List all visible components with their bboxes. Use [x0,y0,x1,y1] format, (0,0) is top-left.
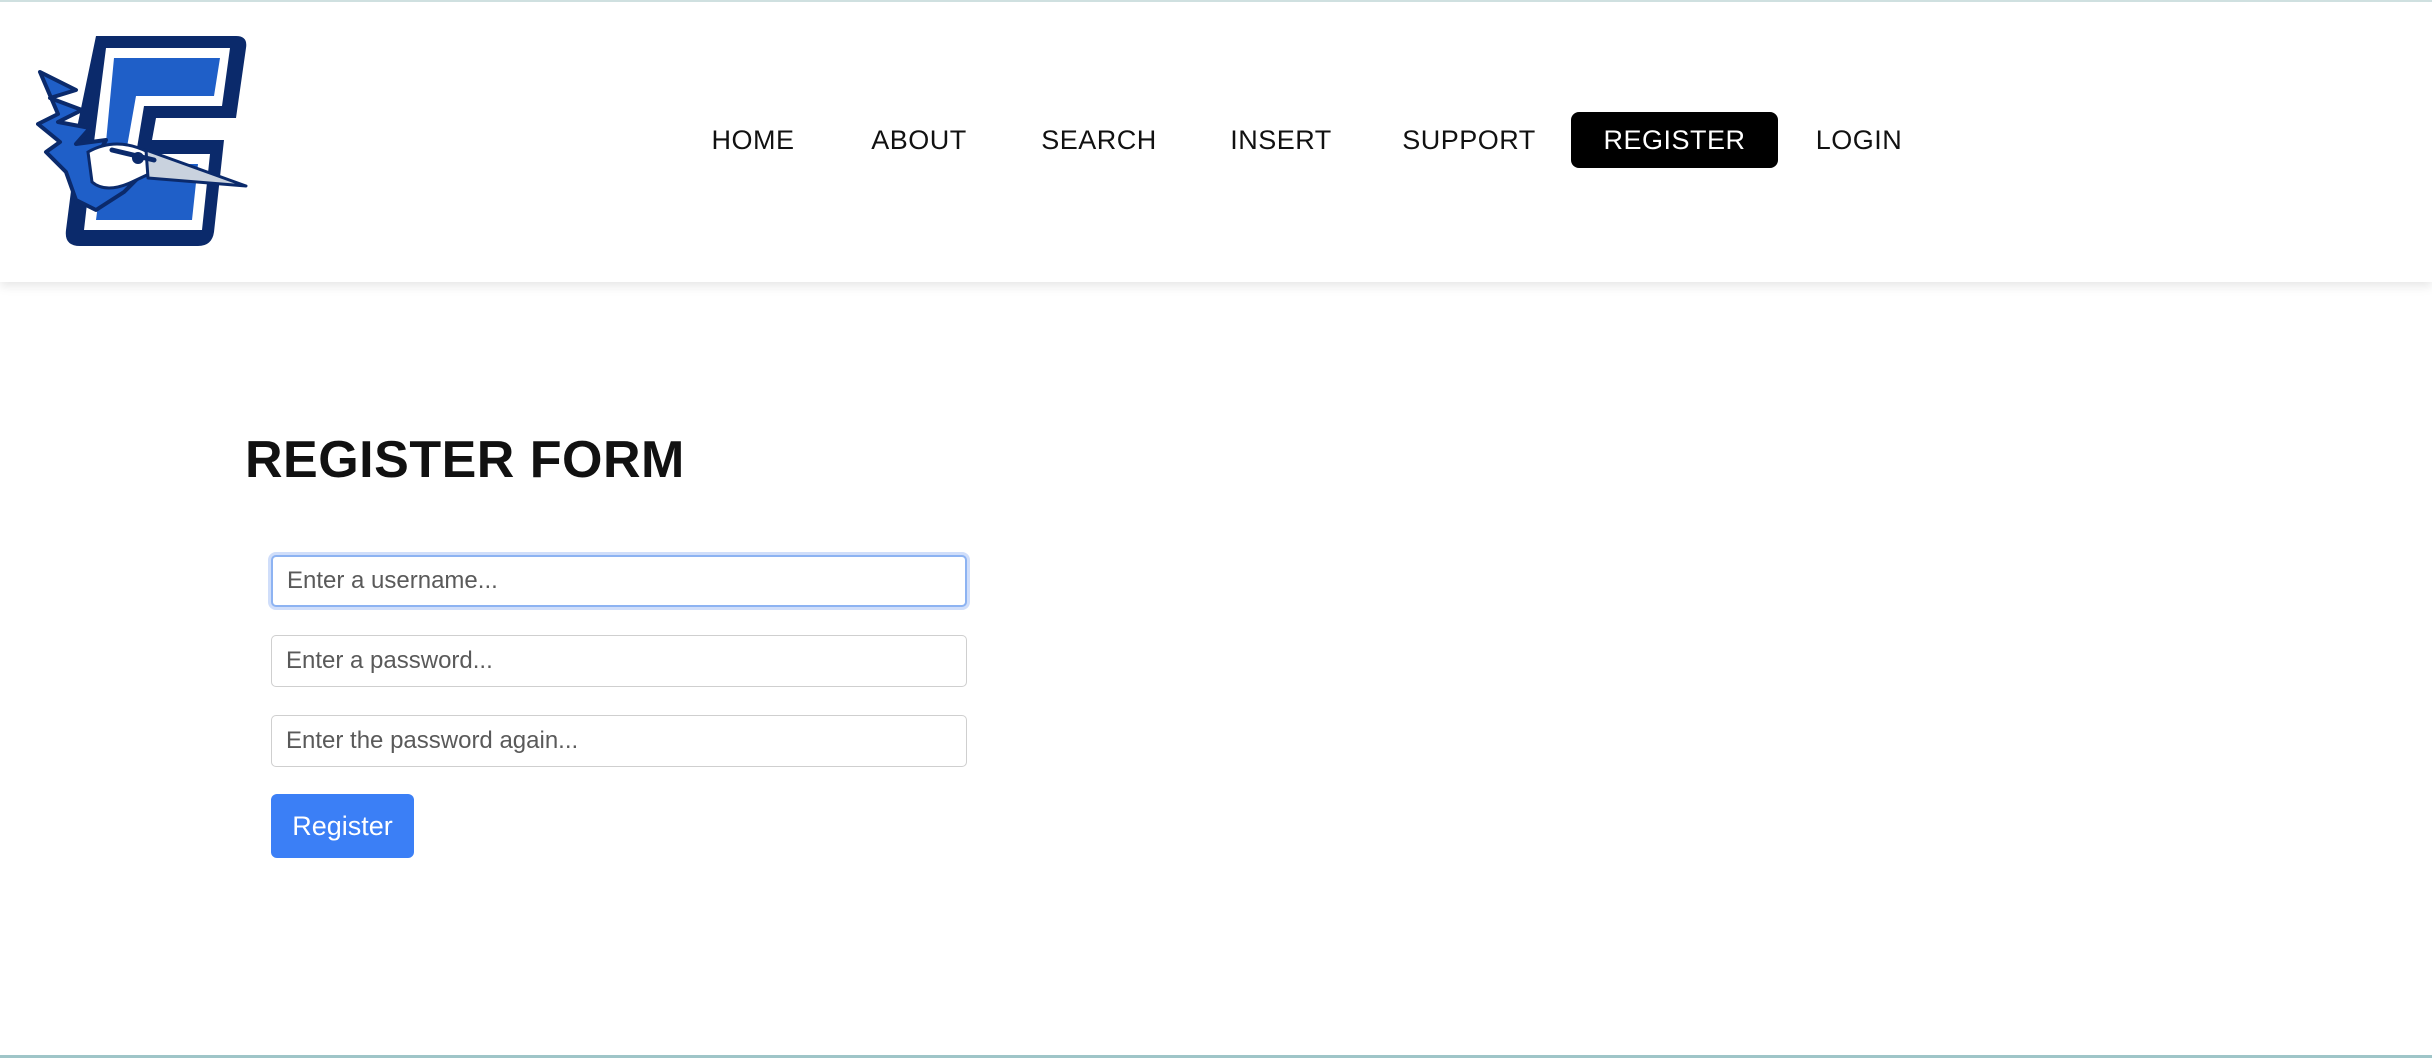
nav-home[interactable]: HOME [700,112,806,168]
nav-support[interactable]: SUPPORT [1400,112,1538,168]
page: HOME ABOUT SEARCH INSERT SUPPORT REGISTE… [0,0,2432,1058]
username-input[interactable] [271,555,967,607]
nav-insert[interactable]: INSERT [1226,112,1336,168]
register-button[interactable]: Register [271,794,414,858]
bluejay-logo-icon[interactable] [36,32,252,250]
password-input[interactable] [271,635,967,687]
nav-search[interactable]: SEARCH [1040,112,1158,168]
nav-register[interactable]: REGISTER [1571,112,1778,168]
nav-about[interactable]: ABOUT [865,112,973,168]
password-confirm-input[interactable] [271,715,967,767]
page-title: REGISTER FORM [245,431,685,489]
nav-login[interactable]: LOGIN [1814,112,1904,168]
site-header: HOME ABOUT SEARCH INSERT SUPPORT REGISTE… [0,2,2432,282]
